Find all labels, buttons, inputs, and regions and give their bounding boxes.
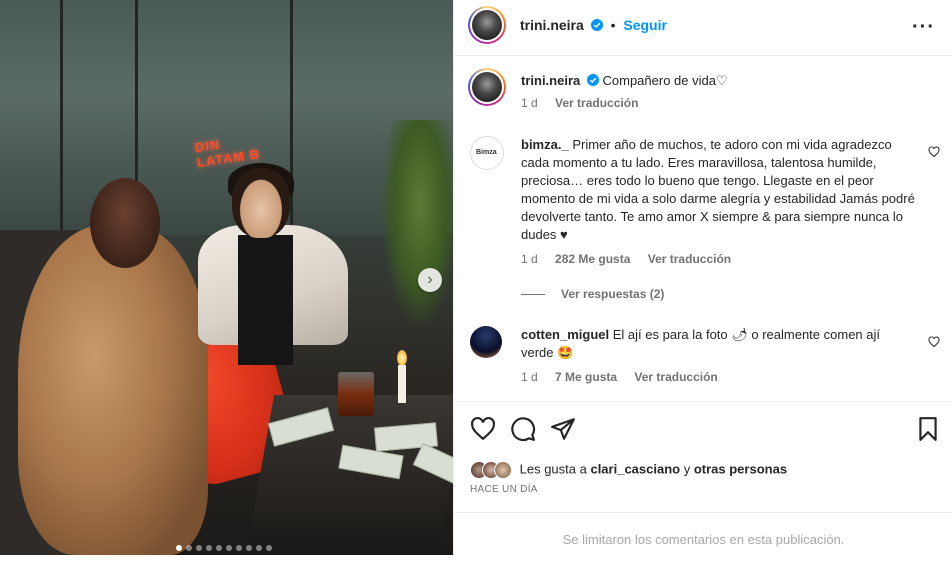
- caption-meta: 1 d Ver traducción: [521, 96, 652, 110]
- man-face: [232, 168, 290, 238]
- avatar[interactable]: [468, 68, 506, 106]
- follow-button[interactable]: Seguir: [623, 17, 667, 33]
- comments-list: trini.neira Compañero de vida♡ 1 d Ver t…: [454, 56, 952, 401]
- view-replies-button[interactable]: Ver respuestas (2): [521, 287, 664, 301]
- carousel-dot: [256, 545, 262, 551]
- comment-username[interactable]: cotten_miguel: [521, 327, 609, 342]
- post-panel: trini.neira • Seguir ··· trini.neira Com…: [453, 0, 952, 555]
- post-actions: Les gusta a clari_casciano y otras perso…: [454, 401, 952, 512]
- comment-username[interactable]: bimza._: [521, 137, 569, 152]
- comments-limited-notice: Se limitaron los comentarios en esta pub…: [454, 512, 952, 556]
- more-icon[interactable]: ···: [912, 16, 935, 39]
- carousel-dot: [206, 545, 212, 551]
- carousel-dot: [196, 545, 202, 551]
- carousel-dot: [176, 545, 182, 551]
- candle-flame: [397, 350, 407, 366]
- comment-item: Bimza bimza._ Primer año de muchos, te a…: [470, 136, 940, 301]
- comment-time: 1 d: [521, 370, 538, 384]
- comment-likes[interactable]: 7 Me gusta: [555, 370, 617, 384]
- window-frame: [290, 0, 293, 240]
- likes-summary: Les gusta a clari_casciano y otras perso…: [470, 461, 787, 479]
- author-username[interactable]: trini.neira: [520, 17, 584, 33]
- carousel-dot: [186, 545, 192, 551]
- liker-username[interactable]: clari_casciano: [590, 461, 680, 476]
- comment-meta: 1 d 282 Me gusta Ver traducción: [521, 252, 745, 266]
- heart-icon[interactable]: [470, 416, 496, 442]
- caption-username[interactable]: trini.neira: [521, 73, 580, 88]
- avatar[interactable]: [468, 6, 506, 44]
- verified-icon: [586, 74, 599, 86]
- carousel-dot: [246, 545, 252, 551]
- translate-link[interactable]: Ver traducción: [648, 252, 731, 266]
- chevron-right-icon[interactable]: ›: [418, 268, 442, 292]
- candle: [398, 365, 406, 403]
- plant: [380, 120, 453, 330]
- likes-joiner: y: [683, 461, 691, 477]
- replies-line: [521, 294, 545, 296]
- caption-row: trini.neira Compañero de vida♡ 1 d Ver t…: [468, 68, 940, 128]
- post-image[interactable]: DIN LATAM B ›: [0, 0, 453, 555]
- comment-icon[interactable]: [510, 416, 536, 442]
- separator: •: [610, 17, 616, 33]
- bookmark-icon[interactable]: [915, 416, 941, 442]
- avatar[interactable]: Bimza: [470, 136, 504, 170]
- avatar[interactable]: [470, 326, 502, 358]
- carousel-dot: [216, 545, 222, 551]
- caption-body: Compañero de vida♡: [602, 73, 728, 88]
- comment-body: Primer año de muchos, te adoro con mi vi…: [521, 137, 915, 242]
- carousel-dot: [236, 545, 242, 551]
- verified-icon: [590, 19, 603, 31]
- comment-text: cotten_miguel El ají es para la foto 🌶 o…: [521, 326, 916, 362]
- likes-prefix: Les gusta a: [519, 461, 587, 477]
- heart-icon[interactable]: [928, 336, 940, 348]
- whisky-glass: [338, 372, 374, 416]
- black-shirt: [238, 235, 293, 365]
- carousel-dots: [176, 545, 272, 551]
- comment-item: cotten_miguel El ají es para la foto 🌶 o…: [470, 326, 940, 396]
- caption-time: 1 d: [521, 96, 538, 110]
- carousel-dot: [266, 545, 272, 551]
- comment-likes[interactable]: 282 Me gusta: [555, 252, 630, 266]
- comment-text: bimza._ Primer año de muchos, te adoro c…: [521, 136, 916, 244]
- share-icon[interactable]: [550, 416, 576, 442]
- other-likers-link[interactable]: otras personas: [694, 461, 787, 476]
- carousel-dot: [226, 545, 232, 551]
- heart-icon[interactable]: [928, 146, 940, 158]
- comment-time: 1 d: [521, 252, 538, 266]
- comment-meta: 1 d 7 Me gusta Ver traducción: [521, 370, 732, 384]
- fur-coat: [18, 225, 208, 555]
- post-timestamp[interactable]: HACE UN DÍA: [470, 484, 538, 495]
- translate-link[interactable]: Ver traducción: [634, 370, 717, 384]
- post-header: trini.neira • Seguir ···: [454, 0, 952, 56]
- liker-avatars[interactable]: [470, 461, 512, 479]
- window-frame: [60, 0, 63, 240]
- woman-hair: [90, 178, 160, 268]
- translate-link[interactable]: Ver traducción: [555, 96, 638, 110]
- glass-table: [245, 395, 453, 555]
- caption-text: trini.neira Compañero de vida♡: [521, 72, 916, 90]
